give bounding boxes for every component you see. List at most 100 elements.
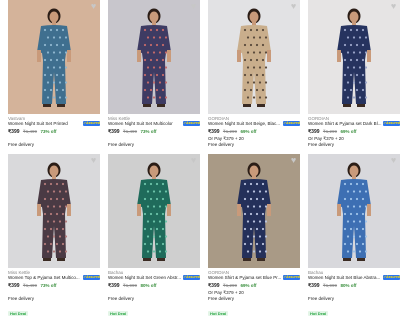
print-dot (252, 205, 256, 208)
print-dot (43, 73, 47, 77)
print-dot (258, 96, 262, 99)
print-dot (58, 190, 62, 193)
product-title[interactable]: Women Night Suit Set Beige, Blac... ✓Ass… (208, 121, 300, 127)
flipkart-assured-badge: ✓Assured (183, 121, 200, 126)
product-card-2[interactable]: ♥ Miss Kettle Women Night Suit Set Multi… (108, 0, 200, 162)
print-dot (255, 88, 259, 92)
print-dot (355, 88, 359, 92)
heart-icon[interactable]: ♥ (189, 156, 198, 165)
print-dot (361, 43, 365, 47)
product-title[interactable]: Women Top & Pyjama Set Multico... ✓Assur… (8, 275, 100, 281)
product-image[interactable]: ♥ (308, 154, 400, 268)
product-card-6[interactable]: ♥ Bachau Women Night Suit Set Green Abst… (108, 154, 200, 316)
print-dot (352, 235, 356, 238)
heart-icon[interactable]: ♥ (389, 156, 398, 165)
print-dot (349, 73, 353, 77)
heart-icon[interactable]: ♥ (289, 156, 298, 165)
print-dot (343, 212, 347, 216)
print-dot (152, 205, 156, 208)
print-dot (164, 36, 168, 39)
print-dot (146, 51, 150, 54)
print-dot (249, 58, 253, 62)
print-dot (264, 36, 268, 39)
print-dot (358, 235, 362, 238)
print-dot (349, 28, 353, 32)
product-image[interactable]: ♥ (8, 0, 100, 114)
product-image[interactable]: ♥ (208, 0, 300, 114)
product-photo (308, 154, 400, 268)
print-dot (343, 73, 347, 77)
print-dot (52, 250, 56, 253)
product-title[interactable]: Women Shirt & Pyjama set Dark Bl... ✓Ass… (308, 121, 400, 127)
free-delivery: Free delivery (308, 141, 335, 147)
product-mrp: ₹1,499 (22, 128, 38, 134)
product-title[interactable]: Women Night Suit Set Printed ✓Assured (8, 121, 100, 127)
product-title[interactable]: Women Night Suit Set Multicolor ✓Assured (108, 121, 200, 127)
print-dot (146, 205, 150, 208)
print-dot (152, 220, 156, 223)
print-dot (261, 197, 265, 201)
product-title[interactable]: Women Night Suit Set Blue Abstra... ✓Ass… (308, 275, 400, 281)
print-dot (243, 28, 247, 32)
product-card-7[interactable]: ♥ GORDIAN Women Shirt & Pyjama set Blue … (208, 154, 300, 316)
product-title[interactable]: Women Shirt & Pyjama set Blue Pr... ✓Ass… (208, 275, 300, 281)
print-dot (355, 58, 359, 62)
free-delivery: Free delivery (208, 295, 235, 301)
print-dot (64, 96, 68, 99)
print-dot (43, 227, 47, 231)
print-dot (146, 81, 150, 84)
print-dot (346, 66, 350, 69)
product-price: ₹399 (8, 282, 20, 289)
print-dot (143, 227, 147, 231)
print-dot (161, 242, 165, 246)
print-dot (61, 43, 65, 47)
product-card-4[interactable]: ♥ GORDIAN Women Shirt & Pyjama set Dark … (308, 0, 400, 162)
print-dot (246, 51, 250, 54)
product-image[interactable]: ♥ (108, 0, 200, 114)
product-title[interactable]: Women Night Suit Set Green Abstr... ✓Ass… (108, 275, 200, 281)
print-dot (355, 227, 359, 231)
print-dot (61, 28, 65, 32)
print-dot (243, 227, 247, 231)
print-dot (46, 66, 50, 69)
product-image[interactable]: ♥ (208, 154, 300, 268)
print-dot (258, 66, 262, 69)
print-dot (258, 51, 262, 54)
print-dot (258, 205, 262, 208)
print-dot (352, 81, 356, 84)
product-card-1[interactable]: ♥ Vastvam Women Night Suit Set Printed ✓… (8, 0, 100, 162)
heart-icon[interactable]: ♥ (89, 156, 98, 165)
print-dot (43, 197, 47, 201)
print-dot (43, 28, 47, 32)
print-dot (43, 88, 47, 92)
product-mrp: ₹1,299 (322, 128, 338, 134)
print-dot (149, 58, 153, 62)
product-card-3[interactable]: ♥ GORDIAN Women Night Suit Set Beige, Bl… (208, 0, 300, 162)
print-dot (264, 96, 268, 99)
print-dot (252, 81, 256, 84)
print-dot (58, 235, 62, 238)
product-photo (108, 0, 200, 114)
print-dot (155, 212, 159, 216)
product-image[interactable]: ♥ (308, 0, 400, 114)
print-dot (264, 66, 268, 69)
print-dot (264, 250, 268, 253)
print-dot (352, 36, 356, 39)
heart-icon[interactable]: ♥ (389, 2, 398, 11)
print-dot (358, 250, 362, 253)
product-image[interactable]: ♥ (8, 154, 100, 268)
heart-icon[interactable]: ♥ (289, 2, 298, 11)
print-dot (149, 73, 153, 77)
free-delivery: Free delivery (208, 141, 235, 147)
print-dot (261, 73, 265, 77)
heart-icon[interactable]: ♥ (89, 2, 98, 11)
product-card-5[interactable]: ♥ Miss Kettle Women Top & Pyjama Set Mul… (8, 154, 100, 316)
heart-icon[interactable]: ♥ (189, 2, 198, 11)
product-image[interactable]: ♥ (108, 154, 200, 268)
print-dot (164, 205, 168, 208)
product-card-8[interactable]: ♥ Bachau Women Night Suit Set Blue Abstr… (308, 154, 400, 316)
print-dot (364, 81, 368, 84)
print-dot (49, 242, 53, 246)
print-dot (252, 250, 256, 253)
print-dot (352, 51, 356, 54)
